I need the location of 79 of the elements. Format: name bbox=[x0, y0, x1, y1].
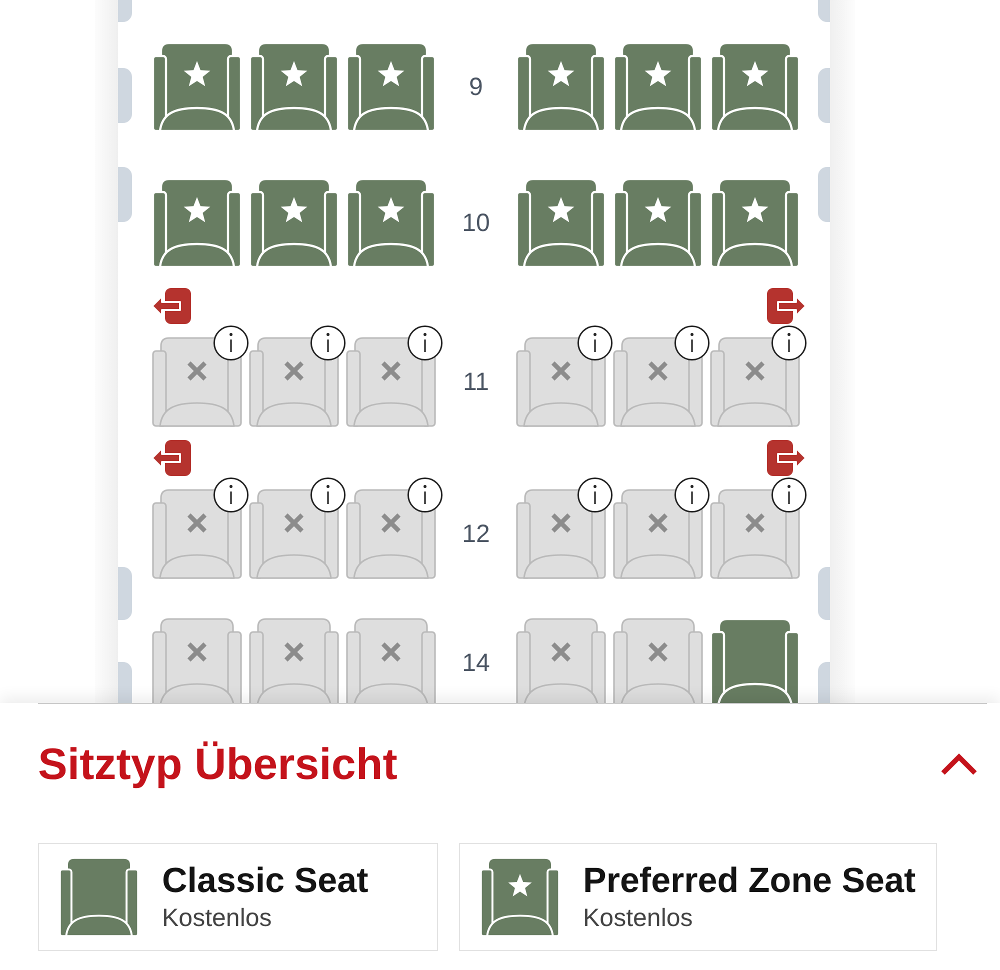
info-icon[interactable] bbox=[771, 477, 807, 513]
cabin-window bbox=[818, 167, 830, 222]
cabin-window bbox=[118, 567, 132, 620]
info-icon[interactable] bbox=[577, 325, 613, 361]
star-icon bbox=[548, 61, 574, 86]
seat-type-price: Kostenlos bbox=[583, 903, 694, 933]
cross-icon bbox=[380, 642, 402, 662]
star-icon bbox=[184, 197, 210, 222]
info-icon[interactable] bbox=[577, 477, 613, 513]
star-icon bbox=[548, 197, 574, 222]
row-number: 10 bbox=[461, 208, 491, 238]
info-icon[interactable] bbox=[213, 325, 249, 361]
info-icon[interactable] bbox=[674, 477, 710, 513]
cabin-window bbox=[818, 567, 830, 620]
cabin-window bbox=[118, 662, 132, 703]
cross-icon bbox=[744, 512, 766, 534]
seat-type-name: Classic Seat bbox=[162, 861, 368, 901]
cross-icon bbox=[648, 360, 668, 382]
star-icon bbox=[184, 61, 210, 86]
cross-icon bbox=[380, 512, 402, 534]
info-icon[interactable] bbox=[213, 477, 249, 513]
seat[interactable] bbox=[516, 178, 606, 268]
star-icon bbox=[280, 61, 308, 86]
star-icon bbox=[378, 197, 404, 222]
cross-icon bbox=[648, 512, 668, 534]
seat[interactable] bbox=[516, 42, 606, 132]
seat[interactable] bbox=[152, 618, 242, 703]
cross-icon bbox=[380, 360, 402, 382]
star-icon bbox=[508, 874, 532, 896]
cabin-window bbox=[818, 662, 830, 703]
seat[interactable] bbox=[613, 618, 703, 703]
star-icon bbox=[644, 197, 672, 222]
cabin-window bbox=[118, 167, 132, 222]
cross-icon bbox=[648, 642, 668, 662]
row-number: 12 bbox=[461, 519, 491, 549]
star-icon bbox=[742, 61, 768, 86]
info-icon[interactable] bbox=[310, 325, 346, 361]
star-icon bbox=[280, 197, 308, 222]
cross-icon bbox=[284, 642, 304, 662]
seat[interactable] bbox=[710, 618, 800, 703]
seat[interactable] bbox=[249, 178, 339, 268]
info-icon[interactable] bbox=[674, 325, 710, 361]
cross-icon bbox=[550, 642, 572, 662]
seat[interactable] bbox=[249, 618, 339, 703]
section-title: Sitztyp Übersicht bbox=[38, 740, 398, 790]
cross-icon bbox=[186, 512, 208, 534]
star-icon bbox=[742, 197, 768, 222]
row-number: 14 bbox=[461, 648, 491, 678]
seat[interactable] bbox=[249, 42, 339, 132]
seat[interactable] bbox=[613, 178, 703, 268]
row-number: 11 bbox=[462, 367, 490, 397]
seat[interactable] bbox=[346, 618, 436, 703]
cabin-window bbox=[818, 68, 830, 123]
info-icon[interactable] bbox=[771, 325, 807, 361]
seat[interactable] bbox=[152, 42, 242, 132]
seat[interactable] bbox=[516, 618, 606, 703]
cabin-window bbox=[118, 68, 132, 123]
seat[interactable] bbox=[152, 178, 242, 268]
cross-icon bbox=[284, 512, 304, 534]
seat[interactable] bbox=[346, 42, 436, 132]
seat-type-price: Kostenlos bbox=[162, 903, 273, 933]
info-icon[interactable] bbox=[407, 325, 443, 361]
cross-icon bbox=[186, 642, 208, 662]
seat[interactable] bbox=[346, 178, 436, 268]
seat[interactable] bbox=[710, 42, 800, 132]
cross-icon bbox=[550, 360, 572, 382]
cross-icon bbox=[186, 360, 208, 382]
seat[interactable] bbox=[710, 178, 800, 268]
seat[interactable] bbox=[613, 42, 703, 132]
star-icon bbox=[378, 61, 404, 86]
cross-icon bbox=[550, 512, 572, 534]
chevron-up-icon[interactable] bbox=[940, 753, 978, 777]
info-icon[interactable] bbox=[407, 477, 443, 513]
cross-icon bbox=[744, 360, 766, 382]
info-icon[interactable] bbox=[310, 477, 346, 513]
row-number: 9 bbox=[468, 72, 484, 102]
star-icon bbox=[644, 61, 672, 86]
cross-icon bbox=[284, 360, 304, 382]
seat-type-name: Preferred Zone Seat bbox=[583, 861, 916, 901]
